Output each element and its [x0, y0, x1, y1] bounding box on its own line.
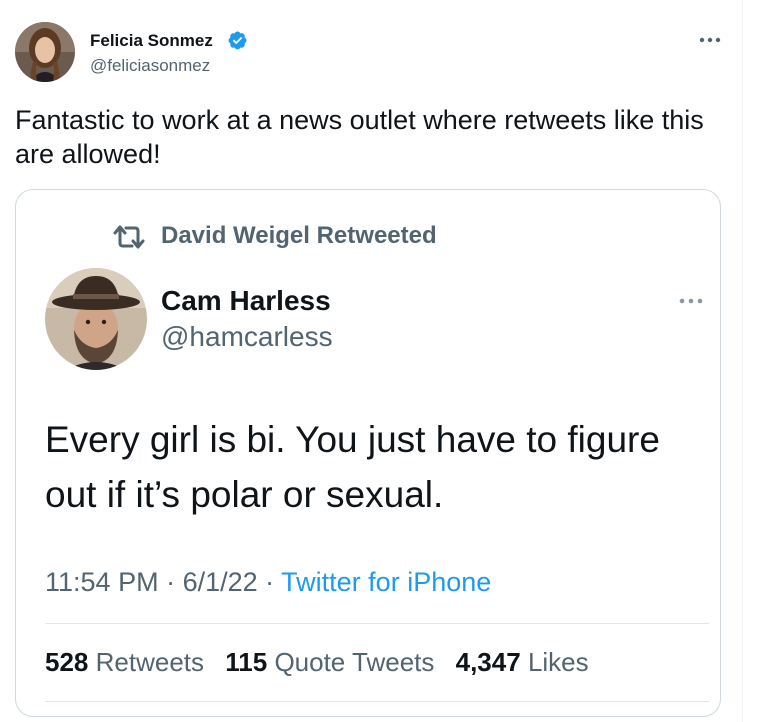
- meta-separator: ·: [257, 567, 282, 597]
- retweets-count: 528: [45, 647, 89, 677]
- timeline-border: [742, 0, 743, 722]
- divider: [45, 701, 709, 702]
- quote-tweets-stat[interactable]: 115 Quote Tweets: [225, 646, 434, 678]
- retweeted-by-label[interactable]: David Weigel Retweeted: [161, 222, 437, 250]
- author-avatar[interactable]: [15, 22, 75, 82]
- retweets-stat[interactable]: 528 Retweets: [45, 646, 204, 678]
- quoted-tweet-card[interactable]: David Weigel Retweeted Cam Harless @hamc…: [15, 189, 721, 717]
- tweet-stats: 528 Retweets 115 Quote Tweets 4,347 Like…: [45, 646, 603, 678]
- quoted-tweet-text: Every girl is bi. You just have to figur…: [45, 419, 660, 515]
- tweet-source-link[interactable]: Twitter for iPhone: [281, 567, 491, 597]
- quoted-author-avatar[interactable]: [45, 268, 147, 370]
- likes-count: 4,347: [455, 647, 521, 677]
- quote-tweets-label: Quote Tweets: [274, 647, 435, 677]
- tweet-meta: 11:54 PM · 6/1/22 · Twitter for iPhone: [45, 566, 491, 598]
- more-horizontal-icon[interactable]: [697, 32, 723, 48]
- quoted-author-handle[interactable]: @hamcarless: [161, 321, 333, 353]
- verified-badge-icon: [228, 31, 247, 50]
- retweet-icon: [113, 225, 145, 249]
- likes-stat[interactable]: 4,347 Likes: [456, 646, 589, 678]
- meta-separator: ·: [158, 567, 183, 597]
- tweet-time[interactable]: 11:54 PM: [45, 567, 159, 597]
- likes-label: Likes: [527, 647, 589, 677]
- more-horizontal-icon[interactable]: [676, 294, 706, 308]
- quoted-author-name[interactable]: Cam Harless: [161, 285, 331, 317]
- tweet-date[interactable]: 6/1/22: [183, 567, 258, 597]
- author-name[interactable]: Felicia Sonmez: [90, 31, 213, 51]
- tweet-text: Fantastic to work at a news outlet where…: [15, 105, 704, 169]
- divider: [45, 623, 709, 624]
- retweets-label: Retweets: [95, 647, 205, 677]
- quote-tweets-count: 115: [225, 647, 268, 677]
- author-handle[interactable]: @feliciasonmez: [90, 56, 210, 76]
